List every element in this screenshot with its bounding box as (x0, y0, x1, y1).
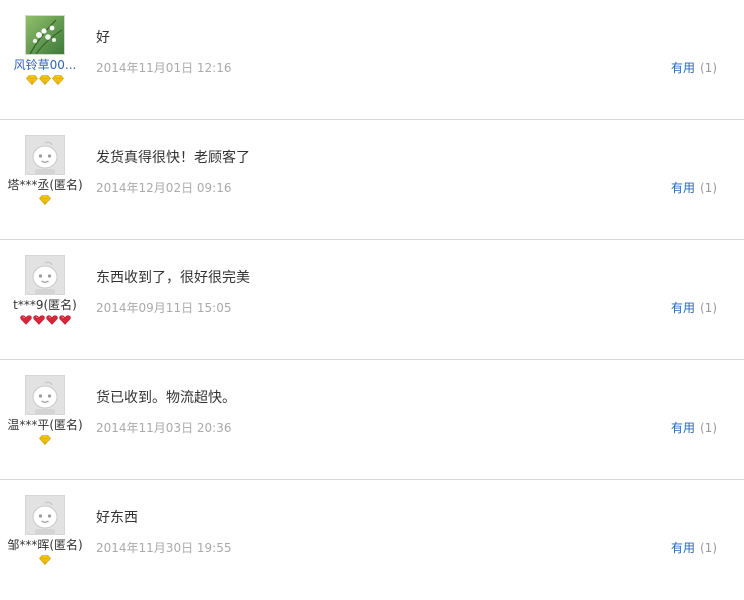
reviewer-name: 风铃草00... (13, 58, 77, 72)
useful-count: (1) (700, 181, 717, 195)
useful-button[interactable]: 有用 (1) (671, 180, 717, 196)
useful-label[interactable]: 有用 (671, 421, 695, 435)
useful-button[interactable]: 有用 (1) (671, 300, 717, 316)
default-avatar-icon (26, 256, 64, 294)
reviewer: 塔***丞(匿名) (0, 135, 90, 208)
gold-diamond-icon (39, 554, 51, 565)
review-content: 好东西 (96, 510, 138, 526)
review-content: 东西收到了，很好很完美 (96, 270, 250, 286)
useful-label[interactable]: 有用 (671, 541, 695, 555)
avatar[interactable] (25, 255, 65, 295)
review-date: 2014年12月02日 09:16 (96, 181, 232, 195)
useful-count: (1) (700, 301, 717, 315)
avatar[interactable] (25, 375, 65, 415)
useful-button[interactable]: 有用 (1) (671, 540, 717, 556)
useful-label[interactable]: 有用 (671, 301, 695, 315)
gold-diamond-icon (39, 434, 51, 445)
red-heart-icon (32, 314, 45, 325)
review-date: 2014年11月03日 20:36 (96, 421, 232, 435)
reviewer-name: 邹***晖(匿名) (7, 538, 83, 552)
reviewer-name: 温***平(匿名) (7, 418, 83, 432)
useful-label[interactable]: 有用 (671, 61, 695, 75)
default-avatar-icon (26, 496, 64, 534)
useful-button[interactable]: 有用 (1) (671, 60, 717, 76)
reviewer-name: t***9(匿名) (13, 298, 77, 312)
avatar[interactable] (25, 135, 65, 175)
red-heart-icon (58, 314, 71, 325)
gold-diamond-icon (26, 74, 38, 85)
review-content: 好 (96, 30, 110, 46)
red-heart-icon (19, 314, 32, 325)
useful-count: (1) (700, 61, 717, 75)
reviewer: t***9(匿名) (0, 255, 90, 328)
reviewer: 风铃草00... (0, 15, 90, 88)
review-content: 发货真得很快！老顾客了 (96, 150, 250, 166)
review-content: 货已收到。物流超快。 (96, 390, 236, 406)
useful-button[interactable]: 有用 (1) (671, 420, 717, 436)
default-avatar-icon (26, 136, 64, 174)
review-date: 2014年11月30日 19:55 (96, 541, 232, 555)
useful-count: (1) (700, 541, 717, 555)
default-avatar-icon (26, 376, 64, 414)
reviewer-level-badges (0, 554, 90, 568)
gold-diamond-icon (39, 74, 51, 85)
reviewer: 温***平(匿名) (0, 375, 90, 448)
review-date: 2014年09月11日 15:05 (96, 301, 232, 315)
review-date: 2014年11月01日 12:16 (96, 61, 232, 75)
gold-diamond-icon (52, 74, 64, 85)
flower-photo-icon (26, 16, 64, 54)
reviewer-level-badges (0, 194, 90, 208)
useful-label[interactable]: 有用 (671, 181, 695, 195)
gold-diamond-icon (39, 194, 51, 205)
avatar[interactable] (25, 495, 65, 535)
reviewer-level-badges (0, 434, 90, 448)
review-item: 温***平(匿名) 货已收到。物流超快。 2014年11月03日 20:36 有… (0, 360, 744, 480)
review-list: 风铃草00... 好 2014年11月01日 12:16 有用 (1) 塔***丞… (0, 0, 744, 600)
red-heart-icon (45, 314, 58, 325)
avatar[interactable] (25, 15, 65, 55)
review-item: 塔***丞(匿名) 发货真得很快！老顾客了 2014年12月02日 09:16 … (0, 120, 744, 240)
reviewer-name: 塔***丞(匿名) (7, 178, 83, 192)
review-item: 邹***晖(匿名) 好东西 2014年11月30日 19:55 有用 (1) (0, 480, 744, 600)
reviewer-level-badges (0, 74, 90, 88)
review-item: t***9(匿名) 东西收到了，很好很完美 2014年09月11日 15:05 … (0, 240, 744, 360)
useful-count: (1) (700, 421, 717, 435)
reviewer: 邹***晖(匿名) (0, 495, 90, 568)
reviewer-level-badges (0, 314, 90, 328)
review-item: 风铃草00... 好 2014年11月01日 12:16 有用 (1) (0, 0, 744, 120)
